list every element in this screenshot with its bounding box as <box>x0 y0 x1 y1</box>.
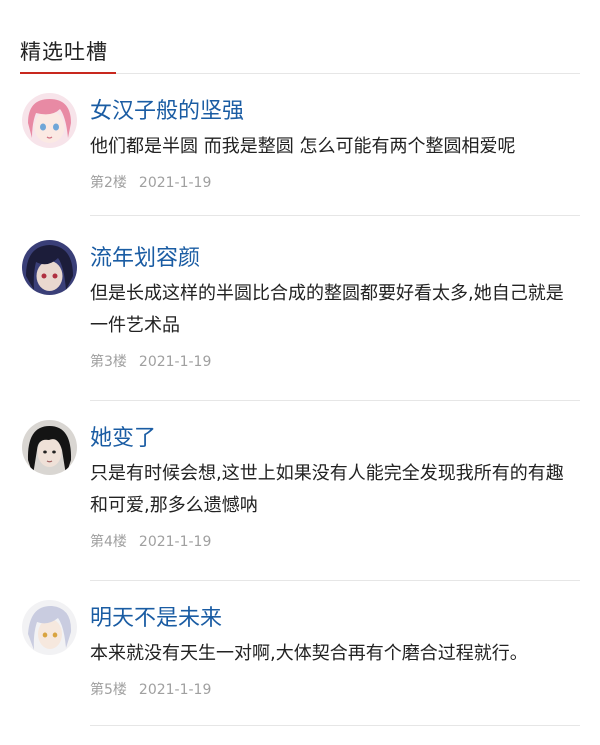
comment-username[interactable]: 她变了 <box>90 424 580 454</box>
comment-content: 本来就没有天生一对啊,大体契合再有个磨合过程就行。 <box>90 643 528 664</box>
comment-item: 她变了 只是有时候会想,这世上如果没有人能完全发现我所有的有趣和可爱,那多么遗憾… <box>0 400 600 581</box>
comment-item: 明天不是未来 本来就没有天生一对啊,大体契合再有个磨合过程就行。 第5楼 2021… <box>0 580 600 730</box>
section-header: 精选吐槽 <box>20 0 580 75</box>
comment-meta: 第3楼 2021-1-19 <box>90 352 580 372</box>
comment-body: 明天不是未来 本来就没有天生一对啊,大体契合再有个磨合过程就行。 第5楼 2021… <box>90 604 580 700</box>
comment-date: 2021-1-19 <box>138 534 212 550</box>
comment-meta: 第5楼 2021-1-19 <box>90 680 580 700</box>
comment-body: 她变了 只是有时候会想,这世上如果没有人能完全发现我所有的有趣和可爱,那多么遗憾… <box>90 424 580 552</box>
row-divider <box>90 215 580 216</box>
section-title-underline <box>20 72 116 74</box>
row-divider <box>90 725 580 726</box>
comment-date: 2021-1-19 <box>138 175 212 191</box>
comment-body: 流年划容颜 但是长成这样的半圆比合成的整圆都要好看太多,她自己就是一件艺术品 第… <box>90 244 580 372</box>
comment-body: 女汉子般的坚强 他们都是半圆 而我是整圆 怎么可能有两个整圆相爱呢 第2楼 202… <box>90 97 580 193</box>
comment-list: 女汉子般的坚强 他们都是半圆 而我是整圆 怎么可能有两个整圆相爱呢 第2楼 202… <box>0 75 600 730</box>
comment-floor: 第3楼 <box>90 354 127 370</box>
comment-floor: 第4楼 <box>90 534 127 550</box>
comment-item: 女汉子般的坚强 他们都是半圆 而我是整圆 怎么可能有两个整圆相爱呢 第2楼 202… <box>0 75 600 220</box>
anime-silver-hair-avatar-icon[interactable] <box>22 600 77 655</box>
comment-floor: 第5楼 <box>90 682 127 698</box>
comment-date: 2021-1-19 <box>138 354 212 370</box>
anime-girl-pink-hair-avatar-icon[interactable] <box>22 93 77 148</box>
comment-content: 他们都是半圆 而我是整圆 怎么可能有两个整圆相爱呢 <box>90 136 516 157</box>
comment-meta: 第2楼 2021-1-19 <box>90 173 580 193</box>
comment-username[interactable]: 流年划容颜 <box>90 244 580 274</box>
section-title: 精选吐槽 <box>20 40 108 64</box>
comment-date: 2021-1-19 <box>138 682 212 698</box>
comment-content: 只是有时候会想,这世上如果没有人能完全发现我所有的有趣和可爱,那多么遗憾呐 <box>90 463 564 516</box>
anime-dark-hair-avatar-icon[interactable] <box>22 240 77 295</box>
comment-content: 但是长成这样的半圆比合成的整圆都要好看太多,她自己就是一件艺术品 <box>90 283 564 336</box>
comment-meta: 第4楼 2021-1-19 <box>90 532 580 552</box>
comments-page: 精选吐槽 女汉子般的坚强 他们都是半圆 而我是整圆 怎么可能有两个整圆相爱呢 第… <box>0 0 600 745</box>
comment-username[interactable]: 女汉子般的坚强 <box>90 97 580 127</box>
girl-dark-hair-avatar-icon[interactable] <box>22 420 77 475</box>
comment-item: 流年划容颜 但是长成这样的半圆比合成的整圆都要好看太多,她自己就是一件艺术品 第… <box>0 220 600 401</box>
comment-username[interactable]: 明天不是未来 <box>90 604 580 634</box>
comment-floor: 第2楼 <box>90 175 127 191</box>
